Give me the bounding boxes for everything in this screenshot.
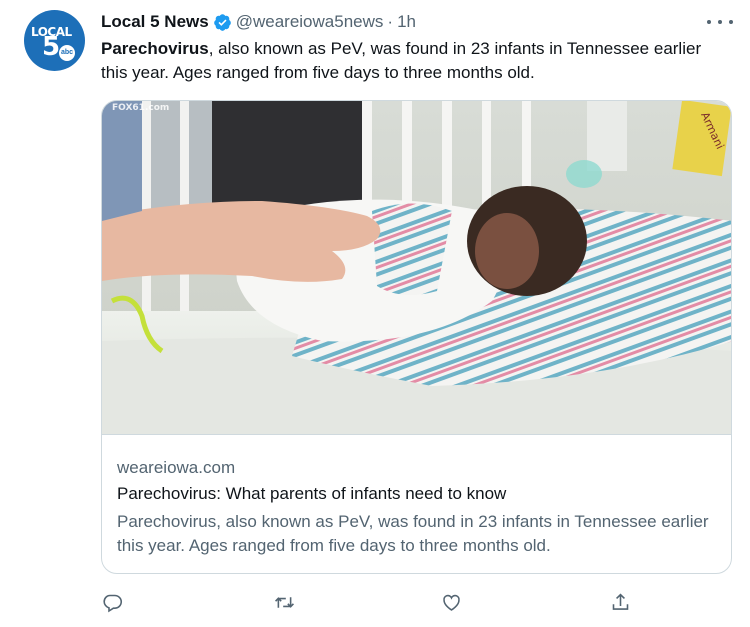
tweet-text-bold: Parechovirus bbox=[101, 39, 209, 58]
verified-badge-icon bbox=[213, 13, 231, 31]
display-name[interactable]: Local 5 News bbox=[101, 12, 209, 32]
card-divider bbox=[102, 434, 731, 435]
handle[interactable]: @weareiowa5news bbox=[236, 12, 384, 32]
like-button[interactable] bbox=[437, 588, 465, 616]
card-domain[interactable]: weareiowa.com bbox=[117, 458, 235, 478]
tweet-text: Parechovirus, also known as PeV, was fou… bbox=[101, 37, 721, 85]
reply-icon bbox=[102, 594, 122, 612]
share-icon bbox=[612, 593, 628, 610]
retweet-button[interactable] bbox=[270, 588, 298, 616]
reply-button[interactable] bbox=[98, 588, 126, 616]
avatar-logo-number: 5 bbox=[42, 32, 61, 62]
card-description[interactable]: Parechovirus, also known as PeV, was fou… bbox=[117, 510, 717, 558]
like-icon bbox=[442, 594, 460, 611]
timestamp[interactable]: 1h bbox=[397, 12, 416, 32]
separator: · bbox=[387, 12, 394, 31]
tweet[interactable]: LOCAL 5 abc Local 5 News @weareiowa5news… bbox=[0, 0, 750, 627]
avatar-logo-badge: abc bbox=[59, 45, 75, 61]
image-watermark: FOX61.com bbox=[112, 103, 169, 113]
newborn-photo: Armani FOX61.com bbox=[102, 101, 731, 434]
card-title[interactable]: Parechovirus: What parents of infants ne… bbox=[117, 484, 506, 504]
more-options-icon[interactable] bbox=[707, 18, 733, 26]
retweet-icon bbox=[274, 596, 294, 608]
tweet-header: Local 5 News @weareiowa5news · 1h bbox=[101, 11, 416, 33]
avatar[interactable]: LOCAL 5 abc bbox=[24, 10, 85, 71]
link-card[interactable]: Armani FOX61.com weareiowa.com Parechovi… bbox=[101, 100, 732, 574]
card-image[interactable]: Armani FOX61.com bbox=[102, 101, 731, 434]
share-button[interactable] bbox=[606, 588, 634, 616]
tweet-actions bbox=[0, 588, 750, 616]
